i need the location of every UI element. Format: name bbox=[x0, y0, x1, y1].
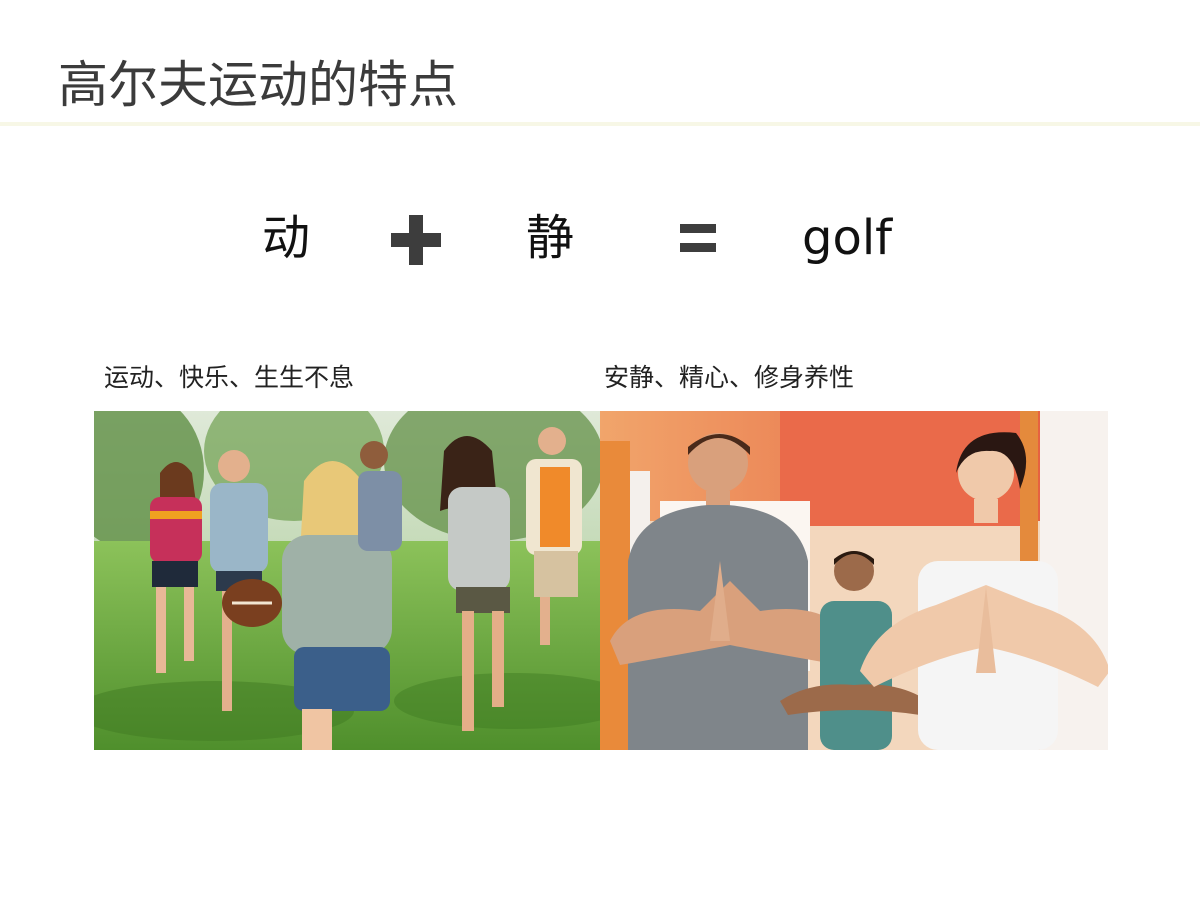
slide: 高尔夫运动的特点 动 静 golf 运动、快乐、生生不息 安静、精心、修身养性 bbox=[0, 0, 1200, 900]
running-people-photo bbox=[94, 411, 600, 750]
meditation-illustration bbox=[600, 411, 1108, 750]
slide-title: 高尔夫运动的特点 bbox=[58, 56, 458, 114]
equation-right-term: 静 bbox=[526, 210, 575, 266]
meditation-photo bbox=[600, 411, 1108, 750]
running-people-illustration bbox=[94, 411, 600, 750]
title-divider bbox=[0, 122, 1200, 126]
equals-icon bbox=[680, 224, 716, 254]
right-panel-caption: 安静、精心、修身养性 bbox=[604, 363, 855, 392]
plus-icon bbox=[391, 215, 441, 265]
equation-result: golf bbox=[802, 210, 893, 266]
left-panel-caption: 运动、快乐、生生不息 bbox=[104, 363, 355, 392]
equation-left-term: 动 bbox=[262, 210, 311, 266]
